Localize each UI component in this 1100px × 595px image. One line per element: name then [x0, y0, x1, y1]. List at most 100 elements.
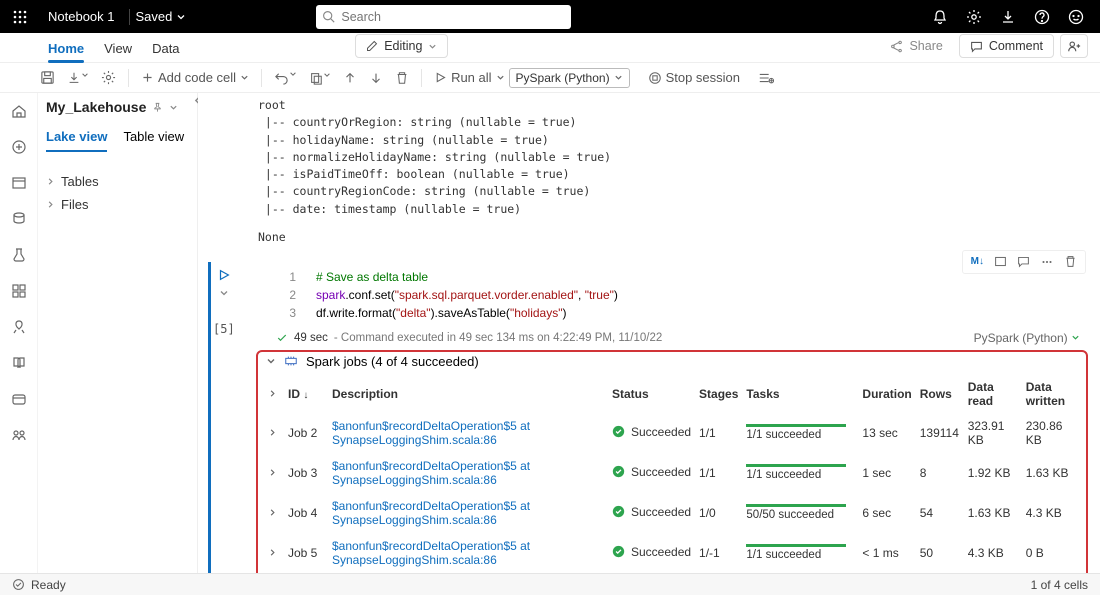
- rail-experiment-icon[interactable]: [11, 247, 27, 263]
- stop-icon[interactable]: [648, 71, 662, 85]
- job-description-link[interactable]: $anonfun$recordDeltaOperation$5 at Synap…: [332, 499, 530, 527]
- cell-comment-icon[interactable]: [1017, 255, 1030, 268]
- comment-icon: [970, 40, 983, 53]
- chevron-right-icon[interactable]: [268, 468, 277, 477]
- rail-deploy-icon[interactable]: [11, 319, 27, 335]
- comment-button[interactable]: Comment: [959, 34, 1054, 58]
- chevron-right-icon[interactable]: [268, 508, 277, 517]
- job-stages: 1/-1: [695, 533, 742, 573]
- chevron-right-icon[interactable]: [268, 548, 277, 557]
- success-icon: [612, 505, 625, 518]
- download-dropdown-icon[interactable]: [67, 71, 89, 85]
- feedback-icon[interactable]: [1068, 9, 1084, 25]
- search-box[interactable]: [316, 5, 571, 29]
- job-description-link[interactable]: $anonfun$recordDeltaOperation$5 at Synap…: [332, 539, 530, 567]
- chevron-right-icon[interactable]: [268, 389, 277, 398]
- chevron-down-icon: [176, 12, 186, 22]
- search-input[interactable]: [341, 10, 571, 24]
- rail-datahub-icon[interactable]: [11, 211, 27, 227]
- job-status-text: Succeeded: [631, 465, 691, 479]
- stop-session-button[interactable]: Stop session: [666, 70, 740, 85]
- settings-icon[interactable]: [966, 9, 982, 25]
- more-icon[interactable]: [1040, 255, 1054, 269]
- job-tasks: 50/50 succeeded: [746, 504, 846, 521]
- rail-learn-icon[interactable]: [11, 355, 27, 371]
- save-status[interactable]: Saved: [136, 9, 187, 24]
- save-icon[interactable]: [40, 70, 55, 85]
- rail-home-icon[interactable]: [11, 103, 27, 119]
- share-icon: [890, 40, 903, 53]
- status-ready-icon: [12, 578, 25, 591]
- undo-icon[interactable]: [274, 70, 297, 85]
- success-icon: [612, 545, 625, 558]
- job-tasks: 1/1 succeeded: [746, 544, 846, 561]
- kernel-label: PySpark (Python): [516, 71, 610, 85]
- session-options-icon[interactable]: [758, 71, 774, 85]
- play-icon: [434, 71, 447, 84]
- schema-output: root |-- countryOrRegion: string (nullab…: [258, 97, 1090, 218]
- delete-icon[interactable]: [395, 71, 409, 85]
- fullscreen-icon[interactable]: [994, 255, 1007, 268]
- share-button[interactable]: Share: [880, 35, 952, 57]
- files-label: Files: [61, 197, 88, 212]
- move-down-icon[interactable]: [369, 71, 383, 85]
- job-rows: 54: [916, 493, 964, 533]
- cell-expand-icon[interactable]: [219, 288, 229, 298]
- notifications-icon[interactable]: [932, 9, 948, 25]
- spark-job-row[interactable]: Job 2$anonfun$recordDeltaOperation$5 at …: [264, 413, 1080, 453]
- markdown-toggle-icon[interactable]: M↓: [971, 256, 984, 267]
- run-cell-button[interactable]: [217, 268, 231, 282]
- rail-switcher-icon[interactable]: [11, 427, 27, 443]
- help-icon[interactable]: [1034, 9, 1050, 25]
- move-up-icon[interactable]: [343, 71, 357, 85]
- collab-button[interactable]: [1060, 34, 1088, 58]
- job-rows: 8: [916, 453, 964, 493]
- chevron-right-icon: [46, 177, 55, 186]
- download-icon[interactable]: [1000, 9, 1016, 25]
- job-status-text: Succeeded: [631, 545, 691, 559]
- kernel-selector[interactable]: PySpark (Python): [509, 68, 630, 88]
- lakehouse-name: My_Lakehouse: [46, 99, 146, 115]
- chevron-right-icon[interactable]: [268, 428, 277, 437]
- lake-view-tab[interactable]: Lake view: [46, 129, 107, 152]
- add-code-cell-button[interactable]: Add code cell: [141, 70, 249, 85]
- job-data-written: 4.3 KB: [1022, 493, 1080, 533]
- spark-jobs-panel: Spark jobs (4 of 4 succeeded) ID ↓ Descr…: [256, 350, 1088, 573]
- tab-view[interactable]: View: [94, 35, 142, 62]
- spark-job-row[interactable]: Job 4$anonfun$recordDeltaOperation$5 at …: [264, 493, 1080, 533]
- job-duration: 6 sec: [858, 493, 915, 533]
- spark-job-row[interactable]: Job 3$anonfun$recordDeltaOperation$5 at …: [264, 453, 1080, 493]
- pin-icon[interactable]: [152, 102, 163, 113]
- job-description-link[interactable]: $anonfun$recordDeltaOperation$5 at Synap…: [332, 419, 530, 447]
- rail-create-icon[interactable]: [11, 139, 27, 155]
- editing-mode-button[interactable]: Editing: [355, 34, 448, 58]
- gear-icon[interactable]: [101, 70, 116, 85]
- success-icon: [612, 465, 625, 478]
- app-launcher-icon[interactable]: [0, 10, 40, 24]
- chevron-down-icon[interactable]: [266, 356, 276, 366]
- chevron-down-icon[interactable]: [169, 103, 178, 112]
- job-tasks: 1/1 succeeded: [746, 424, 846, 441]
- chevron-down-icon: [428, 42, 437, 51]
- rail-workspace-icon[interactable]: [11, 391, 27, 407]
- cell-delete-icon[interactable]: [1064, 255, 1077, 268]
- title-divider: [129, 9, 130, 25]
- rail-browse-icon[interactable]: [11, 175, 27, 191]
- run-all-button[interactable]: Run all: [434, 70, 504, 85]
- tab-data[interactable]: Data: [142, 35, 189, 62]
- table-view-tab[interactable]: Table view: [123, 129, 184, 152]
- notebook-name[interactable]: Notebook 1: [40, 9, 123, 24]
- tree-node-files[interactable]: Files: [46, 193, 189, 216]
- tree-node-tables[interactable]: Tables: [46, 170, 189, 193]
- add-code-label: Add code cell: [158, 70, 236, 85]
- spark-job-row[interactable]: Job 5$anonfun$recordDeltaOperation$5 at …: [264, 533, 1080, 573]
- tab-home[interactable]: Home: [38, 35, 94, 62]
- chevron-down-icon: [240, 73, 249, 82]
- cell-language-badge[interactable]: PySpark (Python): [974, 331, 1080, 345]
- rail-app-icon[interactable]: [11, 283, 27, 299]
- job-stages: 1/1: [695, 453, 742, 493]
- job-description-link[interactable]: $anonfun$recordDeltaOperation$5 at Synap…: [332, 459, 530, 487]
- lakehouse-title[interactable]: My_Lakehouse: [46, 99, 189, 115]
- none-output: None: [258, 230, 1090, 244]
- paste-icon[interactable]: [309, 71, 331, 85]
